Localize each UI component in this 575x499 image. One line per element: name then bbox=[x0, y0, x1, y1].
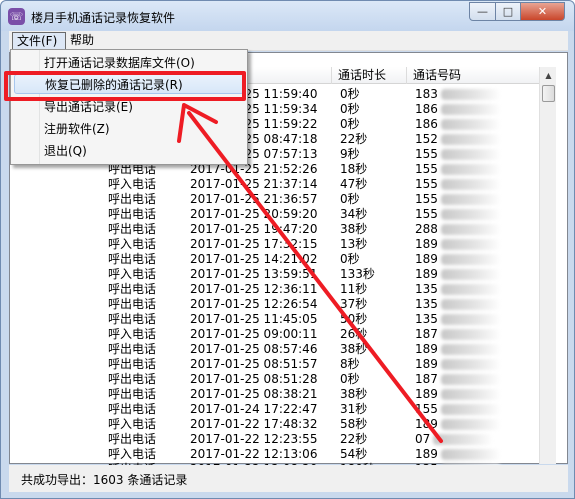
status-bar: 共成功导出：1603 条通话记录 bbox=[9, 465, 568, 492]
app-window: ☏ 楼月手机通话记录恢复软件 — □ ✕ 文件(F) 帮助(H) 通话时长 通话… bbox=[0, 0, 575, 499]
annotation-arrow bbox=[177, 103, 443, 443]
status-export-count: 共成功导出：1603 条通话记录 bbox=[21, 473, 188, 487]
